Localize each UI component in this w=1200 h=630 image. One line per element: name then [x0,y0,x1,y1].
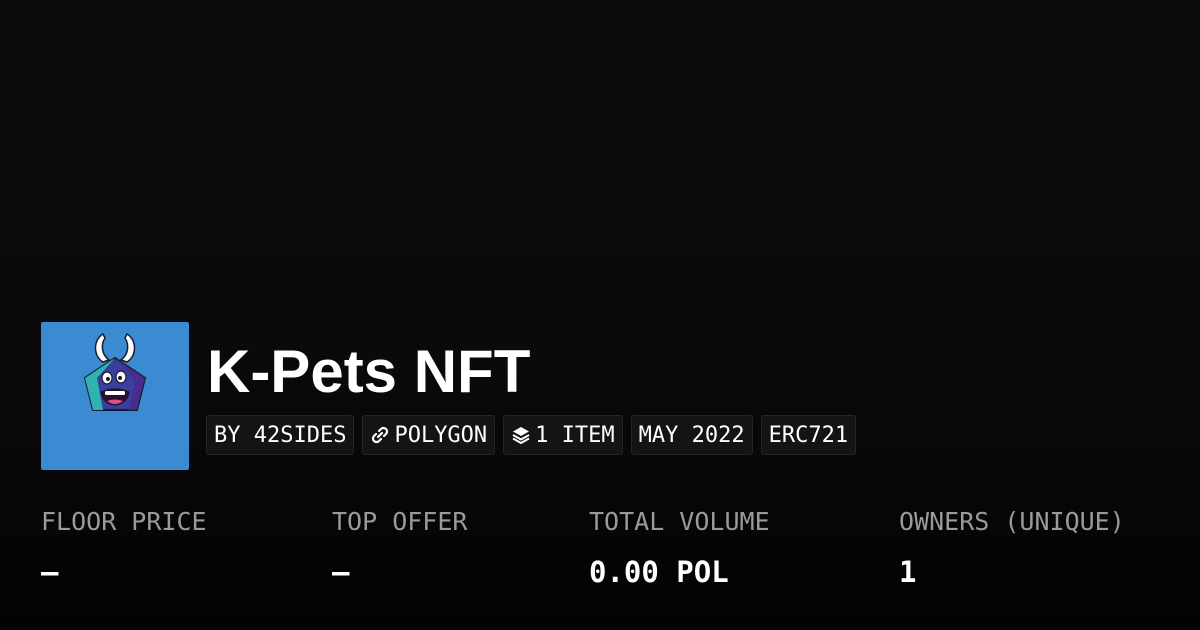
top-offer-label: TOP OFFER [332,507,468,536]
total-volume-label: TOTAL VOLUME [589,507,770,536]
polygon-link-icon [370,425,390,445]
monster-avatar-icon [83,332,147,411]
standard-tag: ERC721 [760,415,857,455]
chain-tag[interactable]: POLYGON [362,415,496,455]
creator-tag-label: BY 42SIDES [214,422,347,448]
date-tag: MAY 2022 [630,415,753,455]
top-offer-value: – [332,555,350,589]
standard-tag-label: ERC721 [768,422,849,448]
top-offer-stat: TOP OFFER – [332,505,467,589]
collection-title: K-Pets NFT [207,338,531,405]
creator-tag[interactable]: BY 42SIDES [206,415,355,455]
total-volume-value: 0.00 POL [589,555,729,589]
owners-label: OWNERS (UNIQUE) [899,507,1125,536]
collection-tags: BY 42SIDES POLYGON 1 ITEM MAY 2022 ERC72… [206,415,857,455]
floor-price-stat: FLOOR PRICE – [41,505,207,589]
total-volume-stat: TOTAL VOLUME 0.00 POL [589,505,770,589]
chain-tag-label: POLYGON [394,422,488,448]
items-tag-label: 1 ITEM [535,422,615,448]
collection-share-card: K-Pets NFT BY 42SIDES POLYGON 1 ITEM MAY… [0,0,1200,630]
collection-avatar [41,322,189,470]
owners-stat: OWNERS (UNIQUE) 1 [899,505,1125,589]
floor-price-label: FLOOR PRICE [41,507,207,536]
date-tag-label: MAY 2022 [638,422,745,448]
items-tag[interactable]: 1 ITEM [503,415,623,455]
floor-price-value: – [41,555,59,589]
layers-icon [511,425,531,445]
owners-value: 1 [899,555,917,589]
